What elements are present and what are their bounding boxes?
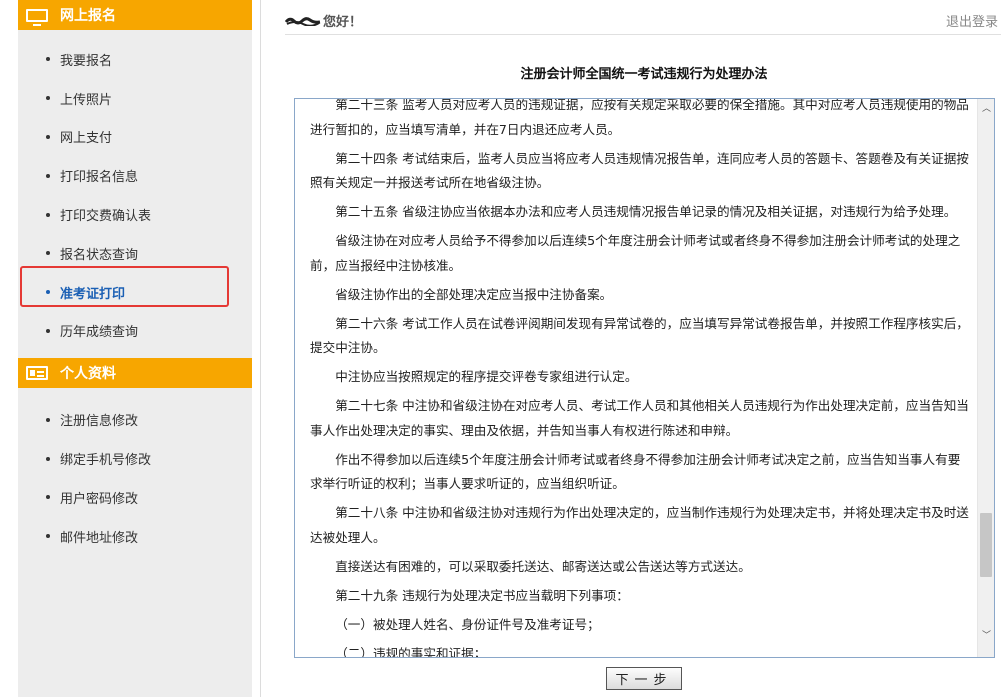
document-title: 注册会计师全国统一考试违规行为处理办法 [520,67,768,82]
document-paragraph: 第二十九条 违规行为处理决定书应当载明下列事项： [335,587,629,603]
vertical-scrollbar[interactable]: ︿ ﹀ [977,99,994,657]
menu-item-label: 打印交费确认表 [60,209,152,225]
document-paragraph: 直接送达有困难的，可以采取委托送达、邮寄送达或公告送达等方式送达。 [335,558,751,574]
document-paragraph: 作出不得参加以后连续5个年度注册会计师考试或者终身不得参加注册会计师考试决定之前… [310,451,961,492]
menu-item-print-registration-info[interactable]: 打印报名信息 [18,156,252,195]
menu-item-historical-scores[interactable]: 历年成绩查询 [18,312,252,351]
document-paragraph: 第二十五条 省级注协应当依据本办法和应考人员违规情况报告单记录的情况及相关证据，… [335,204,957,219]
document-frame[interactable]: 第二十三条 监考人员对应考人员的违规证据，应按有关规定采取必要的保全措施。其中对… [294,98,995,658]
vertical-divider [260,0,261,697]
bullet-icon [46,96,50,101]
menu-item-online-payment[interactable]: 网上支付 [18,118,252,157]
menu-item-label: 打印报名信息 [60,170,139,186]
redacted-username-icon [285,16,321,26]
menu-item-print-payment-confirmation[interactable]: 打印交费确认表 [18,195,252,234]
section-title: 网上报名 [60,8,116,24]
next-step-button[interactable]: 下一步 [606,667,682,690]
document-paragraph: （一）被处理人姓名、身份证件号及准考证号； [335,616,600,632]
bullet-icon [46,134,50,139]
bullet-icon [46,328,50,333]
menu-item-edit-password[interactable]: 用户密码修改 [18,478,252,517]
menu-item-label: 报名状态查询 [60,247,139,263]
bullet-icon [46,290,50,295]
document-paragraph: 中注协应当按照规定的程序提交评卷专家组进行认定。 [335,369,638,384]
menu-item-label: 准考证打印 [60,286,126,302]
menu-item-label: 历年成绩查询 [60,325,139,341]
section-header-personal-info: 个人资料 [18,358,252,389]
scrollbar-thumb[interactable] [980,513,992,577]
menu-item-label: 用户密码修改 [60,491,139,507]
document-paragraph: 第二十三条 监考人员对应考人员的违规证据，应按有关规定采取必要的保全措施。其中对… [310,98,969,137]
bullet-icon [46,495,50,500]
document-paragraph: 省级注协在对应考人员给予不得参加以后连续5个年度注册会计师考试或者终身不得参加注… [310,233,961,273]
menu-item-label: 邮件地址修改 [60,530,139,546]
menu-item-edit-email[interactable]: 邮件地址修改 [18,517,252,556]
document-paragraph: 第二十四条 考试结束后，监考人员应当将应考人员违规情况报告单，连同应考人员的答题… [310,150,969,191]
user-greeting: 您好！ [285,11,362,30]
section-title: 个人资料 [60,366,116,383]
monitor-icon [26,8,48,26]
document-paragraph: 省级注协作出的全部处理决定应当报中注协备案。 [335,286,613,302]
bullet-icon [46,417,50,422]
section-header-online-registration: 网上报名 [18,0,252,30]
menu-item-admission-ticket-print[interactable]: 准考证打印 [18,273,252,312]
menu-item-label: 网上支付 [60,131,113,147]
bullet-icon [46,251,50,256]
sidebar: 网上报名 我要报名 上传照片 网上支付 打印报名信息 打印交费确认表 报名状态查… [18,0,252,697]
bullet-icon [46,456,50,461]
id-card-icon [26,366,48,381]
menu-item-upload-photo[interactable]: 上传照片 [18,79,252,118]
menu-item-label: 我要报名 [60,53,113,69]
document-paragraph: （二）违规的事实和证据； [335,645,487,658]
bullet-icon [46,212,50,217]
menu-item-label: 绑定手机号修改 [60,453,152,469]
menu-item-edit-registration-info[interactable]: 注册信息修改 [18,400,252,439]
bullet-icon [46,173,50,178]
menu-item-registration-status[interactable]: 报名状态查询 [18,234,252,273]
menu-item-register[interactable]: 我要报名 [18,40,252,79]
document-paragraph: 第二十七条 中注协和省级注协在对应考人员、考试工作人员和其他相关人员违规行为作出… [310,398,969,438]
scroll-down-arrow-icon[interactable]: ﹀ [978,626,994,643]
menu-item-label: 上传照片 [60,92,113,108]
logout-link[interactable]: 退出登录 [946,11,998,30]
bullet-icon [46,57,50,62]
registration-menu: 我要报名 上传照片 网上支付 打印报名信息 打印交费确认表 报名状态查询 准考证… [18,30,252,350]
document-paragraph: 第二十六条 考试工作人员在试卷评阅期间发现有异常试卷的，应当填写异常试卷报告单，… [310,315,969,356]
header-divider [285,34,1001,35]
menu-item-label: 注册信息修改 [60,414,139,430]
menu-item-edit-phone[interactable]: 绑定手机号修改 [18,439,252,478]
scroll-up-arrow-icon[interactable]: ︿ [978,99,994,116]
document-content: 第二十三条 监考人员对应考人员的违规证据，应按有关规定采取必要的保全措施。其中对… [310,98,972,658]
document-paragraph: 第二十八条 中注协和省级注协对违规行为作出处理决定的，应当制作违规行为处理决定书… [310,505,969,545]
personal-info-menu: 注册信息修改 绑定手机号修改 用户密码修改 邮件地址修改 [18,388,252,555]
bullet-icon [46,534,50,539]
greeting-text: 您好！ [323,15,363,30]
